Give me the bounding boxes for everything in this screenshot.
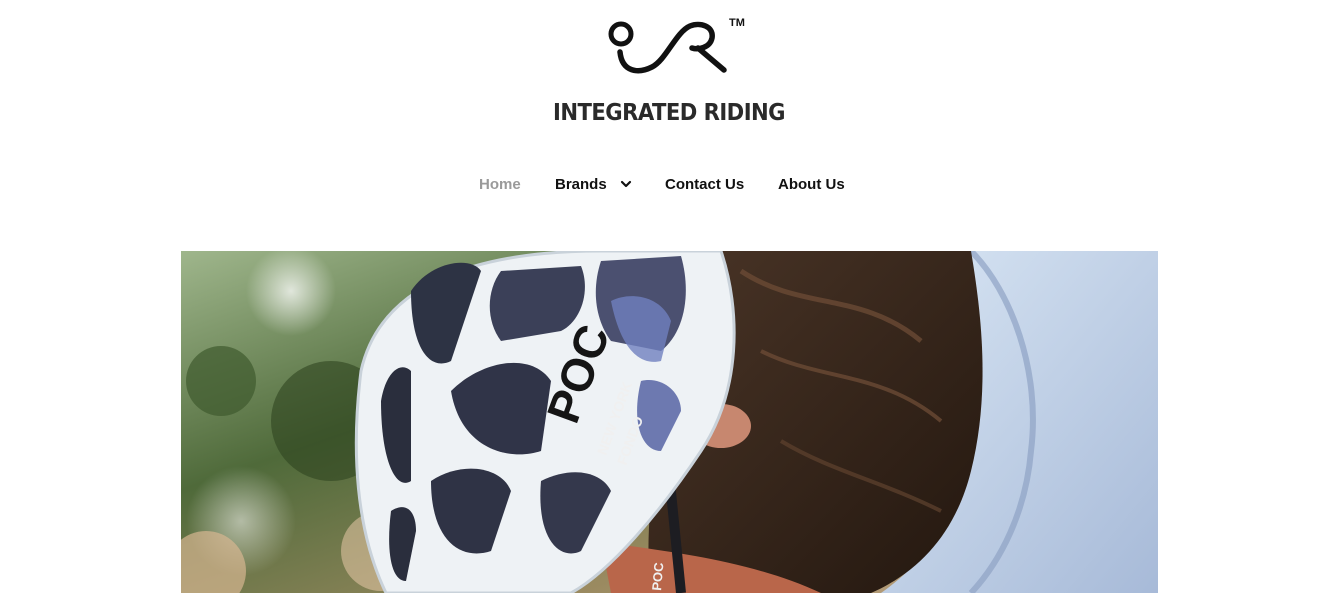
nav-item-home[interactable]: Home	[479, 174, 521, 196]
cyclist-in-helmet-image: POC NEW YORK FONDO POC	[181, 251, 1158, 593]
site-logo[interactable]: TM	[602, 12, 748, 78]
strap-logo-text: POC	[649, 561, 666, 591]
page: TM INTEGRATED RIDING Home Brands Contact…	[0, 0, 1338, 598]
chevron-down-icon[interactable]	[620, 179, 632, 189]
nav-item-contact-us[interactable]: Contact Us	[665, 174, 744, 196]
main-nav: Home Brands Contact Us About Us	[0, 174, 1338, 198]
logo-circle-icon	[608, 21, 634, 47]
logo-r-leg-icon	[695, 45, 727, 73]
logo-trademark: TM	[729, 17, 745, 29]
nav-item-brands[interactable]: Brands	[555, 174, 607, 196]
nav-item-about-us[interactable]: About Us	[778, 174, 845, 196]
site-title[interactable]: INTEGRATED RIDING	[54, 100, 1285, 126]
